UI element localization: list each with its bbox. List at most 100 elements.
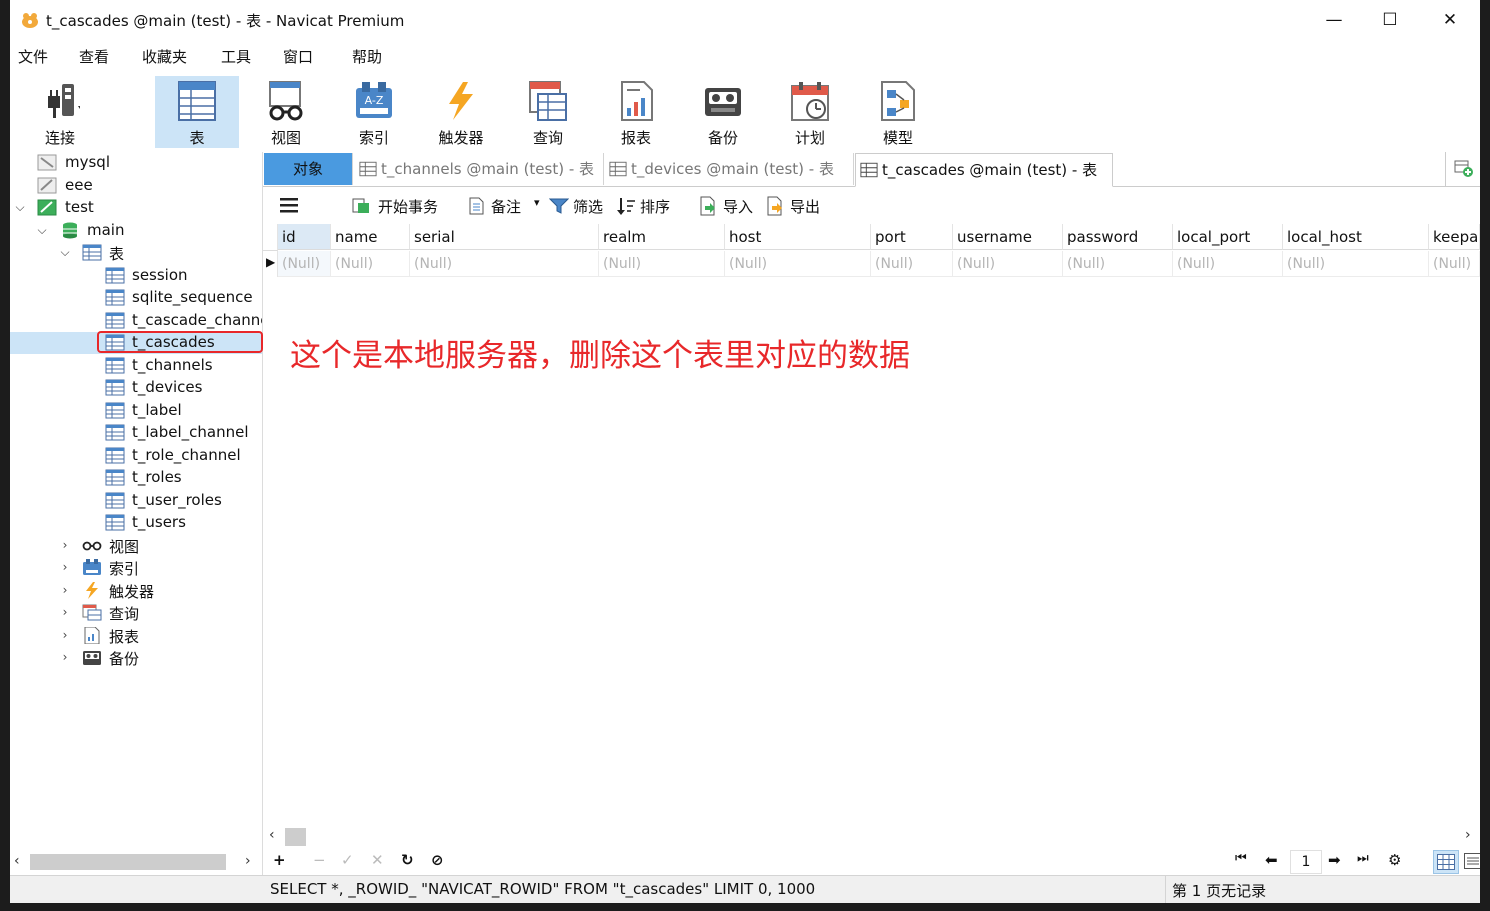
close-button[interactable]: ✕: [1422, 0, 1478, 40]
column-header[interactable]: keepa: [1429, 224, 1480, 250]
chevron-right-icon[interactable]: ›: [59, 649, 71, 665]
column-header[interactable]: password: [1063, 224, 1173, 250]
scroll-left-icon[interactable]: ‹: [269, 827, 275, 843]
column-header[interactable]: id: [278, 224, 331, 250]
page-number-input[interactable]: 1: [1290, 850, 1322, 874]
column-header[interactable]: name: [331, 224, 410, 250]
tree-connection-test[interactable]: ⌵ test: [10, 197, 262, 219]
apply-changes-icon[interactable]: ✓: [341, 851, 354, 869]
scroll-right-icon[interactable]: ›: [245, 853, 251, 869]
grid-cell[interactable]: (Null): [331, 251, 410, 277]
column-header[interactable]: port: [871, 224, 953, 250]
tree-group-tables[interactable]: ⌵ 表: [10, 242, 262, 264]
grid-cell[interactable]: (Null): [410, 251, 599, 277]
chevron-right-icon[interactable]: ›: [59, 537, 71, 553]
menu-help[interactable]: 帮助: [352, 46, 382, 67]
toolbar-connect-button[interactable]: 连接: [18, 76, 102, 148]
column-header[interactable]: realm: [599, 224, 725, 250]
toolbar-backup-button[interactable]: 备份: [681, 76, 765, 148]
menu-view[interactable]: 查看: [79, 46, 109, 67]
tab-t-devices[interactable]: t_devices @main (test) - 表: [605, 153, 854, 185]
tree-group-reports[interactable]: › 报表: [10, 625, 262, 647]
tab-t-cascades[interactable]: t_cascades @main (test) - 表: [855, 153, 1113, 187]
grid-cell[interactable]: (Null): [1429, 251, 1480, 277]
toolbar-table-button[interactable]: 表: [155, 76, 239, 148]
hamburger-menu-button[interactable]: [279, 196, 301, 218]
tree-connection-eee[interactable]: eee: [10, 175, 262, 197]
first-page-icon[interactable]: ⏮: [1235, 851, 1247, 866]
column-header[interactable]: username: [953, 224, 1063, 250]
maximize-button[interactable]: ☐: [1362, 0, 1418, 40]
tree-group-queries[interactable]: › 查询: [10, 602, 262, 624]
tree-group-views[interactable]: › 视图: [10, 535, 262, 557]
grid-horizontal-scrollbar[interactable]: ‹ ›: [263, 827, 1480, 847]
tree-table-item[interactable]: t_label: [10, 400, 262, 422]
menu-tools[interactable]: 工具: [221, 46, 251, 67]
chevron-down-icon[interactable]: ⌵: [59, 244, 71, 260]
minimize-button[interactable]: —: [1306, 0, 1362, 40]
grid-view-toggle[interactable]: [1433, 850, 1459, 874]
form-view-toggle[interactable]: [1461, 850, 1480, 872]
tree-table-item[interactable]: t_cascade_channe: [10, 310, 262, 332]
tree-table-item[interactable]: t_label_channel: [10, 422, 262, 444]
tree-table-item[interactable]: t_devices: [10, 377, 262, 399]
grid-cell[interactable]: (Null): [953, 251, 1063, 277]
sidebar-horizontal-scrollbar[interactable]: ‹ ›: [10, 852, 262, 874]
tree-table-item[interactable]: t_user_roles: [10, 490, 262, 512]
tab-t-channels[interactable]: t_channels @main (test) - 表: [355, 153, 604, 185]
column-header[interactable]: serial: [410, 224, 599, 250]
grid-cell[interactable]: (Null): [1173, 251, 1283, 277]
chevron-right-icon[interactable]: ›: [59, 582, 71, 598]
discard-changes-icon[interactable]: ✕: [371, 851, 384, 869]
column-header[interactable]: local_host: [1283, 224, 1429, 250]
tree-database-main[interactable]: ⌵ main: [10, 220, 262, 242]
toolbar-trigger-button[interactable]: 触发器: [419, 76, 503, 148]
scroll-left-icon[interactable]: ‹: [14, 853, 20, 869]
tree-table-item[interactable]: t_channels: [10, 355, 262, 377]
chevron-right-icon[interactable]: ›: [59, 604, 71, 620]
scrollbar-thumb[interactable]: [30, 854, 226, 870]
column-header[interactable]: local_port: [1173, 224, 1283, 250]
tree-group-backups[interactable]: › 备份: [10, 647, 262, 669]
tree-table-item[interactable]: t_role_channel: [10, 445, 262, 467]
toolbar-query-button[interactable]: 查询: [506, 76, 590, 148]
refresh-icon[interactable]: ↻: [401, 851, 414, 869]
grid-cell[interactable]: (Null): [278, 251, 331, 277]
tree-table-item[interactable]: session: [10, 265, 262, 287]
tab-objects[interactable]: 对象: [264, 153, 353, 185]
menu-favorites[interactable]: 收藏夹: [142, 46, 187, 67]
scroll-right-icon[interactable]: ›: [1465, 827, 1471, 843]
menu-window[interactable]: 窗口: [283, 46, 313, 67]
row-indicator[interactable]: ▶: [263, 251, 278, 277]
scrollbar-thumb[interactable]: [285, 828, 306, 846]
chevron-down-icon[interactable]: ⌵: [14, 199, 26, 215]
add-record-icon[interactable]: +: [273, 851, 286, 869]
column-header[interactable]: host: [725, 224, 871, 250]
chevron-down-icon[interactable]: ⌵: [36, 222, 48, 238]
tree-connection-mysql[interactable]: mysql: [10, 152, 262, 174]
tree-table-item[interactable]: t_users: [10, 512, 262, 534]
stop-icon[interactable]: ⊘: [431, 851, 444, 869]
chevron-right-icon[interactable]: ›: [59, 627, 71, 643]
tree-table-item[interactable]: sqlite_sequence: [10, 287, 262, 309]
tree-table-item[interactable]: t_roles: [10, 467, 262, 489]
last-page-icon[interactable]: ⏭: [1357, 851, 1369, 866]
next-page-icon[interactable]: ➡: [1328, 851, 1341, 869]
grid-cell[interactable]: (Null): [599, 251, 725, 277]
toolbar-index-button[interactable]: A-Z 索引: [332, 76, 416, 148]
caret-down-icon[interactable]: ▾: [534, 196, 540, 209]
tree-group-triggers[interactable]: › 触发器: [10, 580, 262, 602]
toolbar-model-button[interactable]: 模型: [856, 76, 940, 148]
grid-cell[interactable]: (Null): [725, 251, 871, 277]
toolbar-view-button[interactable]: 视图: [244, 76, 328, 148]
previous-page-icon[interactable]: ⬅: [1265, 851, 1278, 869]
menu-file[interactable]: 文件: [18, 46, 48, 67]
settings-gear-icon[interactable]: ⚙: [1388, 851, 1401, 869]
grid-cell[interactable]: (Null): [871, 251, 953, 277]
tree-group-indexes[interactable]: › 索引: [10, 557, 262, 579]
grid-cell[interactable]: (Null): [1063, 251, 1173, 277]
toolbar-schedule-button[interactable]: 计划: [768, 76, 852, 148]
delete-record-icon[interactable]: −: [313, 851, 326, 869]
new-tab-button[interactable]: [1445, 152, 1480, 186]
toolbar-report-button[interactable]: 报表: [594, 76, 678, 148]
